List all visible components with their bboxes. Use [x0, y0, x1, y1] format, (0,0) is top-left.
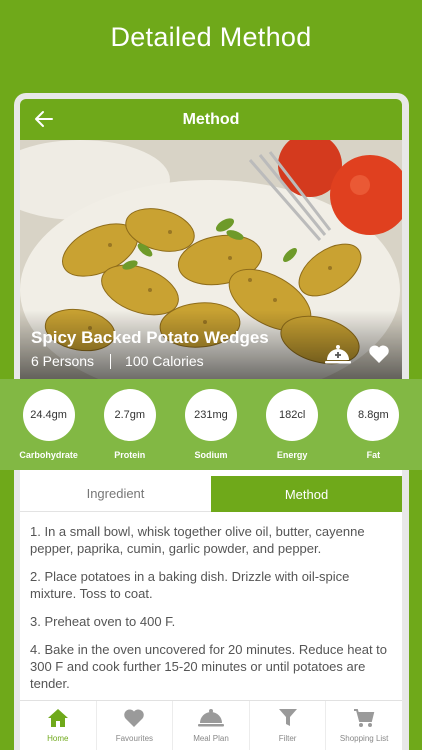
- top-bar: Method: [20, 99, 402, 140]
- cart-icon: [354, 709, 375, 727]
- method-step: 3. Preheat oven to 400 F.: [30, 614, 176, 629]
- method-step: 4. Bake in the oven uncovered for 20 min…: [30, 642, 388, 691]
- recipe-actions: [324, 344, 390, 366]
- cloche-icon: [197, 709, 224, 727]
- method-steps: 1. In a small bowl, whisk together olive…: [20, 512, 402, 700]
- tab-method[interactable]: Method: [211, 476, 402, 512]
- nutrition-label: Sodium: [194, 450, 228, 460]
- nutrition-value: 8.8gm: [347, 389, 400, 441]
- screen-title: Method: [182, 110, 240, 128]
- home-icon: [47, 709, 68, 727]
- nutrition-label: Protein: [114, 450, 146, 460]
- nutrition-fat: 8.8gm Fat: [337, 379, 409, 470]
- nav-label: Meal Plan: [193, 734, 229, 743]
- recipe-tabs: Ingredient Method: [20, 476, 402, 512]
- nav-meal-plan[interactable]: Meal Plan: [173, 701, 250, 750]
- nutrition-label: Energy: [276, 450, 308, 460]
- nutrition-sodium: 231mg Sodium: [175, 379, 247, 470]
- meta-divider: [110, 353, 112, 369]
- servings: 6 Persons: [31, 353, 95, 369]
- nav-label: Shopping List: [339, 734, 389, 743]
- nutrition-value: 182cl: [266, 389, 319, 441]
- nav-filter[interactable]: Filter: [250, 701, 327, 750]
- nutrition-protein: 2.7gm Protein: [94, 379, 166, 470]
- nutrition-value: 24.4gm: [22, 389, 75, 441]
- nav-label: Favourites: [115, 734, 154, 743]
- heart-icon: [124, 709, 145, 727]
- nav-favourites[interactable]: Favourites: [97, 701, 174, 750]
- heart-icon[interactable]: [368, 344, 390, 364]
- tab-ingredient[interactable]: Ingredient: [20, 476, 211, 512]
- method-step: 2. Place potatoes in a baking dish. Driz…: [30, 569, 350, 601]
- calories: 100 Calories: [125, 353, 204, 369]
- nav-shopping-list[interactable]: Shopping List: [326, 701, 402, 750]
- nutrition-value: 231mg: [184, 389, 237, 441]
- nutrition-bar: 24.4gm Carbohydrate 2.7gm Protein 231mg …: [0, 379, 422, 470]
- arrow-left-icon[interactable]: [34, 108, 54, 130]
- recipe-photo: Spicy Backed Potato Wedges 6 Persons 100…: [20, 140, 402, 380]
- nutrition-carbohydrate: 24.4gm Carbohydrate: [13, 379, 85, 470]
- nutrition-label: Fat: [366, 450, 381, 460]
- nav-label: Home: [47, 734, 69, 743]
- nutrition-energy: 182cl Energy: [256, 379, 328, 470]
- bottom-nav: Home Favourites Meal Plan Filter Shoppin…: [20, 700, 402, 750]
- nav-home[interactable]: Home: [20, 701, 97, 750]
- nav-label: Filter: [278, 734, 297, 743]
- filter-icon: [278, 709, 297, 726]
- recipe-meta: 6 Persons 100 Calories: [31, 353, 204, 369]
- page-title: Detailed Method: [110, 22, 312, 52]
- recipe-name: Spicy Backed Potato Wedges: [31, 328, 269, 347]
- nutrition-value: 2.7gm: [103, 389, 156, 441]
- method-step: 1. In a small bowl, whisk together olive…: [30, 524, 365, 556]
- nutrition-label: Carbohydrate: [19, 450, 78, 460]
- cloche-add-icon[interactable]: [324, 344, 352, 366]
